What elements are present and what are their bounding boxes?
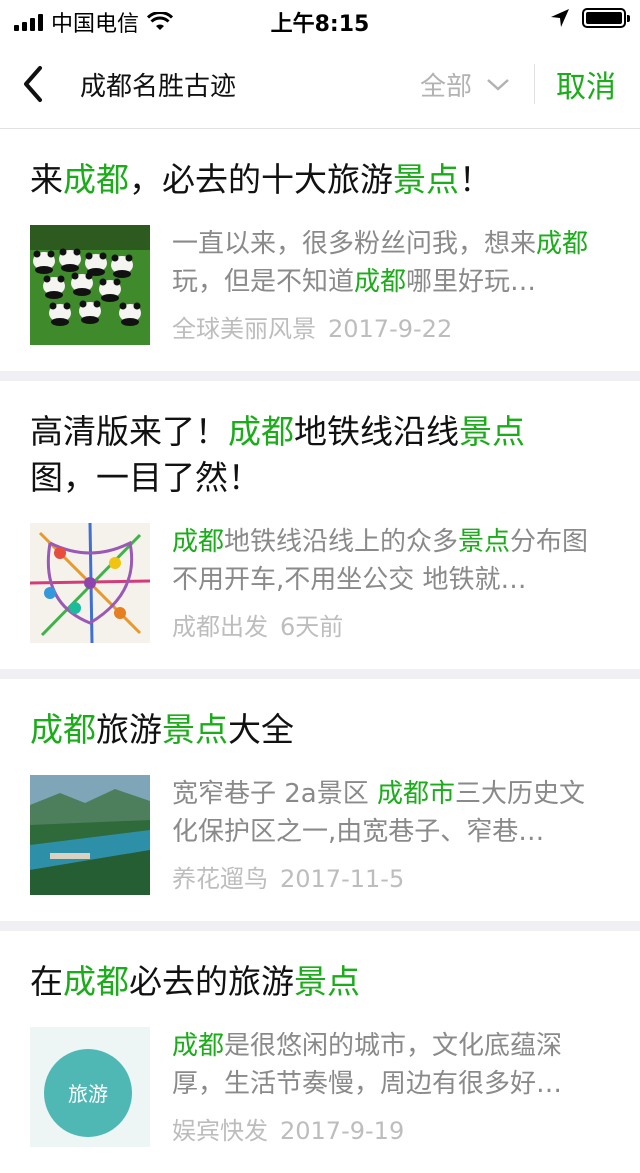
result-title: 来成都，必去的十大旅游景点！ [30,157,550,203]
result-title: 成都旅游景点大全 [30,707,550,753]
keyword-highlight: 景点 [162,710,228,749]
filter-label: 全部 [420,72,473,102]
title-text: 必去的旅游 [129,962,294,1001]
keyword-highlight: 成都 [63,160,129,199]
result-meta: 成都出发 6天前 [172,607,610,642]
search-query[interactable]: 成都名胜古迹 [80,66,236,103]
keyword-highlight: 成都 [63,962,129,1001]
result-snippet: 成都是很悠闲的城市，文化底蕴深厚，生活节奏慢，周边有很多好… [172,1027,610,1103]
keyword-highlight: 景点 [459,412,525,451]
result-source: 娱宾快发 [172,1117,268,1145]
result-title: 高清版来了！成都地铁线沿线景点图，一目了然！ [30,409,550,501]
title-text: 高清版来了！ [30,412,228,451]
title-text: ！ [459,160,492,199]
back-arrow-icon[interactable] [16,62,56,106]
search-header: 成都名胜古迹 全部 取消 [0,40,640,129]
result-card[interactable]: 高清版来了！成都地铁线沿线景点图，一目了然！ 成都地铁线沿线上的众多景点分布图 不… [0,381,640,669]
result-thumbnail [30,775,150,895]
result-meta: 娱宾快发 2017-9-19 [172,1111,610,1146]
snippet-text: 地铁线沿线上的众多 [224,527,459,557]
keyword-highlight: 成都 [536,229,589,259]
result-snippet: 成都地铁线沿线上的众多景点分布图 不用开车,不用坐公交 地铁就… [172,523,610,599]
result-card[interactable]: 在成都必去的旅游景点 旅游 成都是很悠闲的城市，文化底蕴深厚，生活节奏慢，周边有很多… [0,931,640,1173]
snippet-text: 玩，但是不知道 [172,267,355,297]
status-bar: 中国电信 上午8:15 [0,0,640,40]
keyword-highlight: 成都 [30,710,96,749]
keyword-highlight: 成都 [172,1031,225,1061]
title-text: 来 [30,160,63,199]
result-meta: 养花遛鸟 2017-11-5 [172,859,610,894]
result-date: 2017-9-22 [328,315,453,343]
keyword-highlight: 成都 [172,527,225,557]
result-snippet: 宽窄巷子 2a景区 成都市三大历史文化保护区之一,由宽巷子、窄巷… [172,775,610,851]
clock: 上午8:15 [270,12,370,37]
keyword-highlight: 成都市 [377,779,456,809]
result-source: 养花遛鸟 [172,865,268,893]
cancel-button[interactable]: 取消 [556,62,616,106]
keyword-highlight: 景点 [458,527,511,557]
title-text: 旅游 [96,710,162,749]
snippet-text: 哪里好玩… [406,267,537,297]
result-card[interactable]: 成都旅游景点大全宽窄巷子 2a景区 成都市三大历史文化保护区之一,由宽巷子、窄巷… [0,679,640,921]
title-text: 地铁线沿线 [294,412,459,451]
result-meta: 全球美丽风景 2017-9-22 [172,309,610,344]
result-date: 2017-9-19 [280,1117,405,1145]
keyword-highlight: 景点 [393,160,459,199]
chevron-down-icon [487,78,509,91]
keyword-highlight: 景点 [294,962,360,1001]
title-text: ，必去的十大旅游 [129,160,393,199]
battery-icon [582,8,630,28]
result-card[interactable]: 来成都，必去的十大旅游景点！ 一直以来，很多粉丝问我，想来成都玩，但是不知道成都哪… [0,129,640,371]
result-thumbnail [30,523,150,643]
result-source: 全球美丽风景 [172,315,316,343]
results-list: 来成都，必去的十大旅游景点！ 一直以来，很多粉丝问我，想来成都玩，但是不知道成都哪… [0,129,640,1173]
result-snippet: 一直以来，很多粉丝问我，想来成都玩，但是不知道成都哪里好玩… [172,225,610,301]
result-thumbnail [30,225,150,345]
result-thumbnail: 旅游 [30,1027,150,1147]
location-arrow-icon [551,9,569,27]
snippet-text: 宽窄巷子 2a景区 [172,779,378,809]
title-text: 图，一目了然！ [30,458,261,497]
result-date: 2017-11-5 [280,865,405,893]
title-text: 在 [30,962,63,1001]
title-text: 大全 [228,710,294,749]
divider [534,64,535,104]
svg-text:旅游: 旅游 [68,1082,108,1106]
keyword-highlight: 成都 [228,412,294,451]
result-source: 成都出发 [172,613,268,641]
result-title: 在成都必去的旅游景点 [30,959,550,1005]
snippet-text: 一直以来，很多粉丝问我，想来 [172,229,537,259]
result-date: 6天前 [280,613,344,641]
keyword-highlight: 成都 [354,267,407,297]
snippet-text: 是很悠闲的城市，文化底蕴深厚，生活节奏慢，周边有很多好… [172,1031,563,1099]
filter-dropdown[interactable]: 全部 [420,66,510,103]
